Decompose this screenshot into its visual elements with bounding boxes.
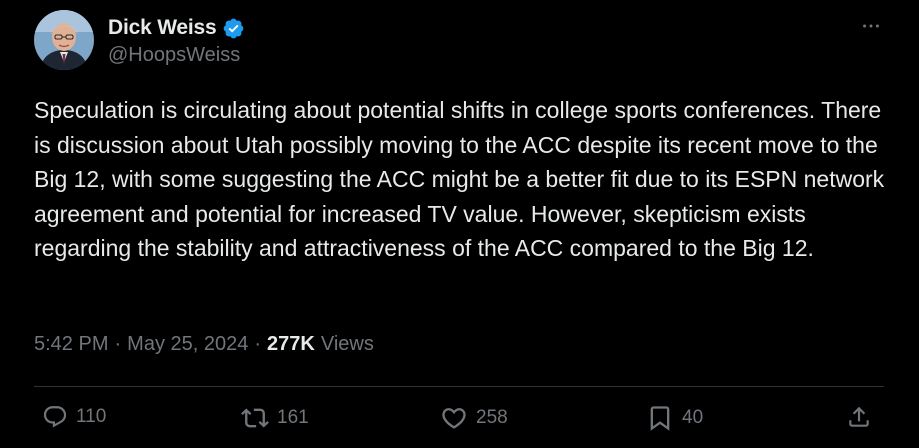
tweet-meta: 5:42 PM · May 25, 2024 · 277K Views (34, 333, 374, 356)
like-button[interactable]: 258 (440, 404, 508, 432)
repost-icon (241, 408, 269, 428)
like-count: 258 (476, 407, 508, 428)
bookmark-icon (650, 406, 670, 431)
tweet-date[interactable]: May 25, 2024 (127, 333, 248, 356)
like-icon (442, 408, 466, 429)
action-bar: 110 161 258 40 (34, 396, 884, 448)
share-icon (849, 406, 869, 427)
verified-badge-icon[interactable] (222, 17, 245, 40)
reply-count: 110 (76, 406, 107, 427)
bookmark-count: 40 (682, 407, 704, 428)
divider (34, 386, 884, 387)
repost-button[interactable]: 161 (241, 404, 309, 432)
reply-icon (43, 406, 67, 428)
meta-separator: · (254, 333, 262, 355)
views-count: 277K (267, 333, 315, 355)
views-label: Views (320, 333, 374, 355)
reply-button[interactable]: 110 (42, 404, 106, 430)
tweet-header: Dick Weiss @HoopsWeiss (34, 10, 245, 70)
author-names: Dick Weiss @HoopsWeiss (108, 13, 245, 67)
display-name-row: Dick Weiss (108, 13, 245, 43)
bookmark-button[interactable]: 40 (646, 404, 703, 432)
meta-separator: · (114, 333, 122, 355)
tweet-text: Speculation is circulating about potenti… (34, 97, 885, 261)
display-name[interactable]: Dick Weiss (108, 16, 217, 40)
avatar[interactable] (34, 10, 94, 70)
tweet-time[interactable]: 5:42 PM (34, 333, 108, 356)
more-icon[interactable] (859, 14, 883, 38)
handle[interactable]: @HoopsWeiss (108, 44, 245, 67)
repost-count: 161 (277, 407, 309, 428)
tweet-card: Dick Weiss @HoopsWeiss Speculation is ci… (0, 0, 919, 448)
share-button[interactable] (846, 404, 872, 430)
